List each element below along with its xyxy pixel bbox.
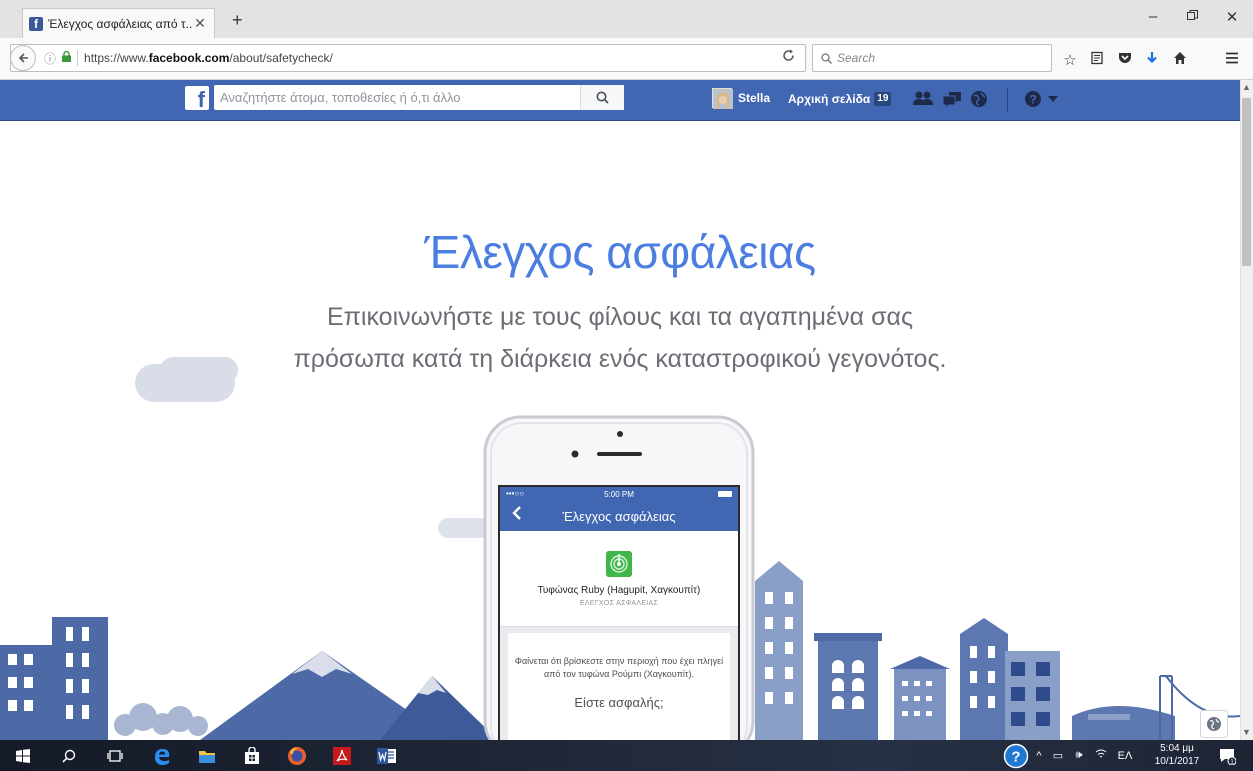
battery-icon: [718, 491, 732, 497]
clock-date: 10/1/2017: [1154, 756, 1200, 767]
bookmark-star-icon[interactable]: ☆: [1060, 51, 1080, 69]
language-globe-button[interactable]: [1200, 710, 1228, 738]
notification-center-icon[interactable]: 1: [1208, 740, 1246, 771]
subtitle-line-2: πρόσωπα κατά τη διάρκεια ενός καταστροφι…: [293, 345, 947, 373]
safety-check-icon: [606, 551, 632, 577]
scrollbar-thumb[interactable]: [1242, 98, 1251, 266]
phone-header-title: Έλεγχος ασφάλειας: [562, 508, 676, 524]
close-window-icon[interactable]: ✕: [1222, 8, 1242, 26]
event-name: Τυφώνας Ruby (Hagupit, Χαγκουπίτ): [537, 585, 701, 596]
phone-screen: •••○○ 5:00 PM Έλεγχος ασφάλειας Τυφώνας …: [500, 487, 738, 740]
task-view-icon[interactable]: [96, 740, 134, 771]
bushes-left: [114, 703, 208, 736]
facebook-top-bar: f Αναζητήστε άτομα, τοποθεσίες ή ό,τι άλ…: [0, 80, 1240, 121]
scroll-up-icon[interactable]: ▲: [1242, 82, 1251, 92]
facebook-search-button[interactable]: [580, 85, 624, 110]
back-icon[interactable]: [10, 45, 36, 71]
browser-nav-bar: ⓘ https://www.facebook.com/about/safetyc…: [0, 38, 1253, 80]
firefox-icon[interactable]: [278, 740, 316, 771]
reload-icon[interactable]: [782, 49, 795, 65]
facebook-favicon-icon: f: [29, 16, 43, 31]
phone-time: 5:00 PM: [604, 489, 634, 499]
volume-icon[interactable]: 🕪: [1068, 749, 1090, 762]
close-tab-icon[interactable]: ✕: [192, 15, 208, 32]
restore-icon[interactable]: [1182, 8, 1202, 25]
scroll-down-icon[interactable]: ▼: [1242, 727, 1251, 737]
minimize-icon[interactable]: –: [1143, 8, 1163, 25]
facebook-logo[interactable]: f: [185, 86, 209, 110]
browser-search-placeholder: Search: [837, 51, 876, 65]
browser-search-box[interactable]: Search: [812, 44, 1052, 72]
wifi-icon[interactable]: [1090, 749, 1112, 762]
home-label: Αρχική σελίδα: [788, 92, 871, 106]
facebook-search-input[interactable]: Αναζητήστε άτομα, τοποθεσίες ή ό,τι άλλο: [214, 85, 624, 110]
chevron-down-icon[interactable]: [1047, 92, 1069, 114]
info-icon[interactable]: ⓘ: [44, 50, 56, 67]
page-subtitle: Επικοινωνήστε με τους φίλους και τα αγαπ…: [0, 296, 1240, 380]
reading-list-icon[interactable]: [1087, 51, 1107, 69]
chevron-up-icon[interactable]: ^: [1030, 750, 1048, 762]
friend-requests-icon[interactable]: [912, 88, 934, 110]
search-icon: [821, 52, 832, 64]
phone-status-bar: •••○○ 5:00 PM: [500, 487, 738, 501]
acrobat-reader-icon[interactable]: [323, 740, 361, 771]
windows-taskbar: ? ^ ▭ 🕪 ΕΛ 5:04 μμ 10/1/2017 1: [0, 740, 1253, 771]
safety-check-page: Έλεγχος ασφάλειας Επικοινωνήστε με τους …: [0, 121, 1240, 740]
phone-body: Φαίνεται ότι βρίσκεστε στην περιοχή που …: [500, 627, 738, 740]
url-text[interactable]: https://www.facebook.com/about/safetyche…: [84, 51, 333, 65]
menu-icon[interactable]: [1222, 51, 1242, 68]
buildings-left: [0, 617, 108, 740]
browser-tab-strip: f Έλεγχος ασφάλειας από τ... ✕ + – ✕: [0, 0, 1253, 38]
prompt-question: Είστε ασφαλής;: [574, 695, 664, 710]
chevron-left-icon: [512, 505, 522, 526]
search-icon: [596, 91, 609, 104]
home-icon[interactable]: [1170, 51, 1190, 69]
battery-tray-icon[interactable]: ▭: [1048, 749, 1068, 762]
new-tab-button[interactable]: +: [232, 10, 243, 31]
download-icon[interactable]: [1142, 51, 1162, 69]
svg-text:?: ?: [1029, 93, 1036, 107]
page-title: Έλεγχος ασφάλειας: [424, 226, 816, 278]
system-tray: ^ ▭ 🕪 ΕΛ: [1030, 740, 1138, 771]
event-category: ΕΛΕΓΧΟΣ ΑΣΦΑΛΕΙΑΣ: [579, 600, 659, 607]
tab-title: Έλεγχος ασφάλειας από τ...: [48, 16, 192, 31]
url-bar[interactable]: ⓘ https://www.facebook.com/about/safetyc…: [10, 44, 806, 72]
phone-header: Έλεγχος ασφάλειας: [500, 501, 738, 531]
profile-name: Stella: [738, 91, 771, 105]
file-explorer-icon[interactable]: [188, 740, 226, 771]
restore-window-icon: [1186, 10, 1198, 20]
edge-browser-icon[interactable]: [143, 740, 181, 771]
svg-text:?: ?: [1011, 748, 1020, 765]
prompt-description: Φαίνεται ότι βρίσκεστε στην περιοχή που …: [514, 656, 724, 679]
url-prefix: https://www.: [84, 51, 149, 65]
help-icon[interactable]: ?: [1022, 88, 1044, 110]
messages-icon[interactable]: [941, 88, 963, 110]
url-separator: [77, 50, 79, 66]
subtitle-line-1: Επικοινωνήστε με τους φίλους και τα αγαπ…: [327, 303, 913, 331]
signal-dots: •••○○: [506, 489, 525, 498]
bar-divider: [1007, 88, 1008, 112]
store-icon[interactable]: [233, 740, 271, 771]
home-link[interactable]: Αρχική σελίδα 19: [788, 92, 892, 106]
profile-link[interactable]: Stella: [712, 88, 771, 109]
globe-icon: [1207, 717, 1221, 731]
browser-tab[interactable]: f Έλεγχος ασφάλειας από τ... ✕: [22, 8, 215, 38]
prompt-card: Φαίνεται ότι βρίσκεστε στην περιοχή που …: [508, 633, 730, 740]
input-language[interactable]: ΕΛ: [1112, 750, 1138, 762]
buildings-right: [755, 561, 1240, 740]
avatar: [712, 88, 733, 109]
home-count-badge: 19: [874, 92, 892, 106]
url-domain: facebook.com: [148, 51, 230, 65]
notifications-globe-icon[interactable]: [968, 88, 990, 110]
lock-icon[interactable]: [62, 50, 72, 65]
search-icon[interactable]: [50, 740, 88, 771]
pocket-icon[interactable]: [1115, 51, 1135, 69]
system-clock[interactable]: 5:04 μμ 10/1/2017: [1150, 742, 1204, 768]
event-card: Τυφώνας Ruby (Hagupit, Χαγκουπίτ) ΕΛΕΓΧΟ…: [500, 531, 738, 627]
clock-time: 5:04 μμ: [1160, 743, 1194, 754]
windows-start-icon[interactable]: [4, 740, 42, 771]
word-icon[interactable]: [368, 740, 406, 771]
url-path: /about/safetycheck/: [229, 51, 333, 65]
facebook-search-placeholder: Αναζητήστε άτομα, τοποθεσίες ή ό,τι άλλο: [220, 90, 461, 105]
